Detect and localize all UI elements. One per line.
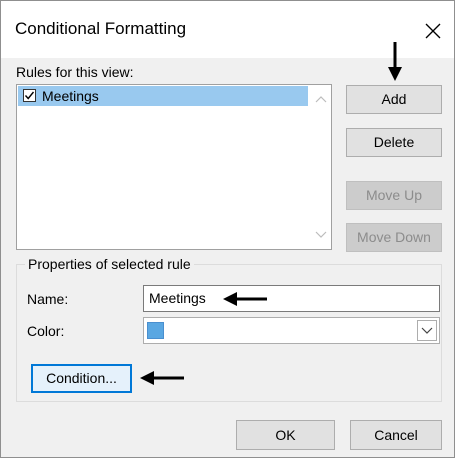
color-label: Color:	[27, 323, 65, 339]
close-icon[interactable]	[423, 21, 443, 41]
cancel-button[interactable]: Cancel	[350, 420, 442, 450]
arrow-icon	[223, 292, 267, 306]
color-swatch	[147, 322, 164, 339]
move-down-button[interactable]: Move Down	[346, 223, 442, 252]
chevron-down-icon[interactable]	[311, 226, 331, 244]
chevron-down-icon	[421, 327, 433, 334]
chevron-up-icon[interactable]	[311, 90, 331, 108]
arrow-icon	[140, 371, 184, 385]
delete-button[interactable]: Delete	[346, 128, 442, 157]
rule-checkbox[interactable]	[23, 89, 36, 102]
arrow-icon	[388, 42, 402, 81]
condition-button[interactable]: Condition...	[31, 364, 132, 393]
move-up-button-label: Move Up	[365, 187, 423, 203]
rules-listbox[interactable]: Meetings	[16, 84, 332, 250]
color-dropdown-button[interactable]	[417, 320, 437, 341]
name-field[interactable]: Meetings	[143, 285, 440, 312]
move-down-button-label: Move Down	[357, 229, 431, 245]
conditional-formatting-dialog: Conditional Formatting Rules for this vi…	[0, 0, 455, 458]
condition-button-label: Condition...	[46, 370, 117, 386]
dialog-title: Conditional Formatting	[15, 19, 187, 38]
rule-item-label: Meetings	[42, 88, 99, 104]
ok-button-label: OK	[275, 427, 296, 443]
ok-button[interactable]: OK	[236, 420, 335, 450]
rules-label: Rules for this view:	[16, 64, 134, 80]
color-dropdown[interactable]	[143, 317, 440, 344]
checkmark-icon	[24, 91, 35, 100]
add-button-label: Add	[381, 91, 407, 107]
name-label: Name:	[27, 291, 69, 307]
move-up-button[interactable]: Move Up	[346, 181, 442, 210]
delete-button-label: Delete	[373, 134, 415, 150]
rule-item-meetings[interactable]: Meetings	[18, 86, 308, 106]
add-button[interactable]: Add	[346, 85, 442, 114]
cancel-button-label: Cancel	[374, 427, 418, 443]
name-field-value: Meetings	[149, 290, 206, 306]
properties-group-title: Properties of selected rule	[25, 256, 194, 272]
